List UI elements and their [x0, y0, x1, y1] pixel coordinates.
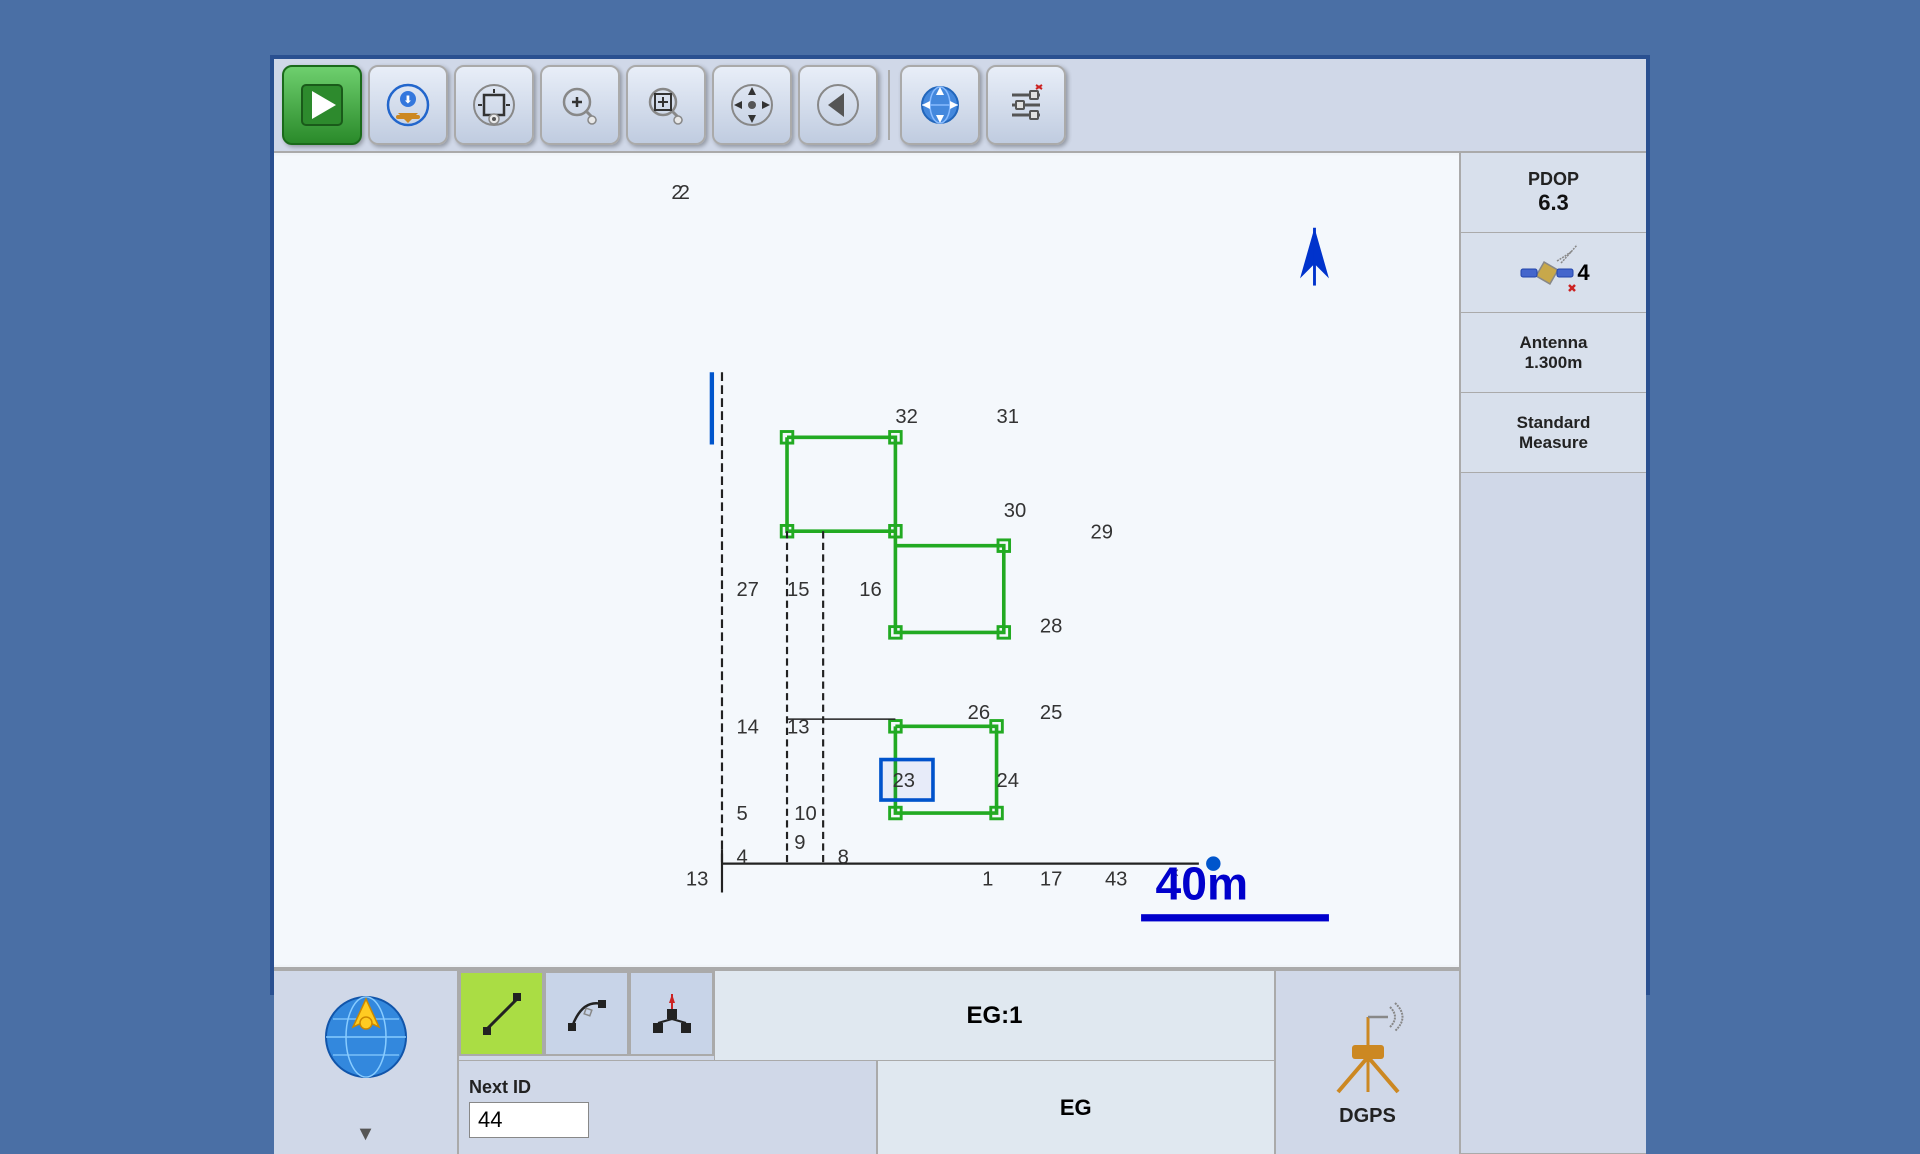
svg-text:23: 23 — [893, 770, 916, 792]
next-id-box: Next ID — [459, 1061, 877, 1154]
svg-text:1: 1 — [982, 868, 993, 890]
pdop-panel: PDOP 6.3 — [1461, 153, 1646, 233]
svg-text:25: 25 — [1040, 702, 1063, 724]
dgps-area: DGPS — [1274, 971, 1459, 1154]
svg-text:40m: 40m — [1156, 858, 1249, 910]
svg-text:16: 16 — [859, 579, 881, 601]
antenna-value: 1.300m — [1525, 353, 1583, 373]
next-id-row: Next ID EG — [459, 1061, 1274, 1154]
dgps-icon — [1318, 997, 1418, 1097]
svg-text:28: 28 — [1040, 615, 1063, 637]
toolbar: ⬇ — [274, 59, 1646, 153]
svg-text:32: 32 — [895, 406, 917, 428]
svg-text:13: 13 — [686, 868, 709, 890]
svg-text:43: 43 — [1105, 868, 1128, 890]
download-button[interactable]: ⬇ — [368, 65, 448, 145]
pan-button[interactable] — [712, 65, 792, 145]
svg-text:26: 26 — [968, 702, 991, 724]
dgps-label: DGPS — [1339, 1105, 1396, 1128]
svg-text:30: 30 — [1004, 500, 1027, 522]
back-button[interactable] — [798, 65, 878, 145]
svg-text:2: 2 — [671, 182, 682, 204]
next-id-input[interactable] — [469, 1102, 589, 1138]
zoom-window-button[interactable] — [626, 65, 706, 145]
eg-value: EG:1 — [966, 1002, 1022, 1030]
svg-text:24: 24 — [997, 770, 1020, 792]
antenna-label: Antenna — [1520, 333, 1588, 353]
eg-label: EG — [877, 1061, 1275, 1154]
globe-move-button[interactable] — [900, 65, 980, 145]
satellite-icon — [1517, 243, 1577, 303]
node-tool-button[interactable] — [629, 971, 714, 1056]
svg-text:13: 13 — [787, 717, 809, 739]
svg-text:17: 17 — [1040, 868, 1063, 890]
tool-buttons-row: EG:1 — [459, 971, 1274, 1061]
settings-button[interactable] — [986, 65, 1066, 145]
svg-text:29: 29 — [1090, 521, 1113, 543]
gps-button-area[interactable]: ▼ — [274, 971, 459, 1154]
map-canvas[interactable]: 2 — [274, 153, 1459, 969]
bottom-middle-tools: EG:1 Next ID EG — [459, 971, 1274, 1154]
map-container: 2 — [274, 153, 1461, 1154]
pdop-label: PDOP — [1528, 169, 1579, 190]
survey-map-svg: 2 — [274, 153, 1459, 967]
svg-text:4: 4 — [736, 847, 747, 869]
std-measure-panel: Standard Measure — [1461, 393, 1646, 473]
next-id-label: Next ID — [469, 1077, 866, 1098]
svg-text:⬇: ⬇ — [404, 95, 412, 106]
eg-display: EG:1 — [714, 971, 1274, 1060]
bottom-toolbar: ▼ — [274, 969, 1459, 1154]
svg-text:15: 15 — [787, 579, 809, 601]
svg-text:5: 5 — [736, 803, 747, 825]
satellite-count: 4 — [1577, 260, 1589, 286]
svg-text:9: 9 — [794, 832, 805, 854]
svg-text:10: 10 — [794, 803, 817, 825]
zoom-in-button[interactable] — [540, 65, 620, 145]
curve-tool-button[interactable] — [544, 971, 629, 1056]
antenna-panel: Antenna 1.300m — [1461, 313, 1646, 393]
gps-icon — [311, 979, 421, 1089]
right-panel: PDOP 6.3 4 — [1461, 153, 1646, 1154]
toolbar-separator — [888, 70, 890, 140]
std-measure-sub: Measure — [1519, 433, 1588, 453]
zoom-fit-button[interactable] — [454, 65, 534, 145]
std-measure-label: Standard — [1517, 413, 1591, 433]
forward-button[interactable] — [282, 65, 362, 145]
pdop-value: 6.3 — [1538, 190, 1569, 216]
main-window: ⬇ — [270, 55, 1650, 995]
drop-arrow[interactable]: ▼ — [356, 1123, 376, 1146]
svg-text:27: 27 — [736, 579, 758, 601]
svg-text:14: 14 — [736, 717, 758, 739]
svg-text:31: 31 — [997, 406, 1020, 428]
right-panel-spacer — [1461, 473, 1646, 1154]
main-area: 2 — [274, 153, 1646, 1154]
svg-text:8: 8 — [838, 847, 849, 869]
satellite-panel: 4 — [1461, 233, 1646, 313]
line-tool-button[interactable] — [459, 971, 544, 1056]
